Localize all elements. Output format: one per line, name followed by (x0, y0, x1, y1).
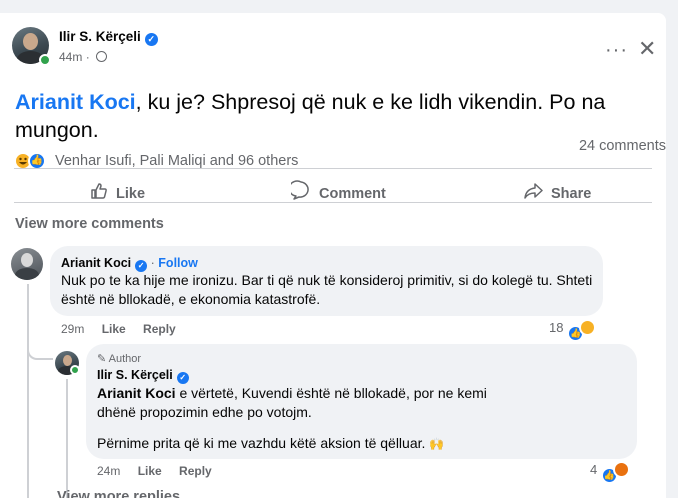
author-tag: ✎ Author (97, 352, 141, 365)
post-card: Ilir S. Kërçeli ✓ 44m · ··· ✕ Arianit Koc… (0, 13, 666, 498)
post-meta: 44m · (59, 50, 108, 64)
reply-meta: 24m Like Reply (97, 464, 212, 478)
angry-reaction-icon (612, 461, 630, 478)
divider-top (14, 168, 652, 169)
verified-badge-icon: ✓ (176, 372, 189, 384)
comment-time[interactable]: 29m (61, 322, 84, 336)
reply-text: Arianit Koci e vërtetë, Kuvendi është në… (97, 384, 517, 422)
post-text: Arianit Koci, ku je? Shpresoj që nuk e k… (15, 88, 655, 144)
post-author-name[interactable]: Ilir S. Kërçeli ✓ (59, 29, 158, 46)
reply-text-second: Përnime prita që ki me vazhdu këtë aksio… (97, 434, 617, 454)
comment-label: Comment (319, 186, 386, 202)
raised-hands-emoji: 🙌 (429, 437, 445, 451)
thread-line (27, 284, 29, 498)
view-more-replies-link[interactable]: View more replies (57, 489, 180, 498)
separator-dot: · (85, 50, 90, 64)
reply-author-name[interactable]: Ilir S. Kërçeli (97, 368, 173, 382)
reply-reaction-count: 4 (590, 462, 598, 477)
reply-thread-line (66, 379, 68, 498)
verified-badge-icon: ✓ (144, 33, 158, 46)
like-label: Like (116, 186, 146, 202)
comment-reactions[interactable]: 18 👍 (549, 319, 597, 342)
online-status-dot (39, 54, 51, 66)
post-mention-link[interactable]: Arianit Koci (15, 90, 136, 114)
more-options-icon[interactable]: ··· (605, 40, 628, 60)
reply-bubble: ✎ Author Ilir S. Kërçeli ✓ Arianit Koci e… (86, 344, 637, 459)
close-icon[interactable]: ✕ (638, 38, 656, 60)
commenter-avatar[interactable] (11, 248, 43, 280)
thumbs-up-icon (90, 173, 108, 215)
comment-button[interactable]: Comment (291, 173, 386, 215)
reply-author-row: Ilir S. Kërçeli ✓ (97, 368, 189, 384)
comment-reaction-count: 18 (549, 320, 564, 335)
background-strip (666, 0, 678, 498)
comment-like-button[interactable]: Like (102, 322, 126, 336)
post-time[interactable]: 44m (59, 50, 82, 64)
reply-connector (27, 346, 53, 360)
reply-reply-button[interactable]: Reply (179, 464, 212, 478)
reply-mention-link[interactable]: Arianit Koci (97, 385, 176, 401)
action-bar: Like Comment Share (0, 173, 666, 215)
separator-dot: · (150, 256, 155, 270)
haha-reaction-icon (579, 319, 597, 336)
follow-link[interactable]: Follow (158, 256, 198, 270)
reply-time[interactable]: 24m (97, 464, 120, 478)
pencil-icon: ✎ (97, 353, 107, 365)
reply-like-button[interactable]: Like (138, 464, 162, 478)
view-more-comments-link[interactable]: View more comments (15, 216, 164, 232)
comment-text: Nuk po te ka hije me ironizu. Bar ti që … (61, 272, 593, 307)
comment-meta: 29m Like Reply (61, 322, 176, 336)
share-label: Share (551, 186, 592, 202)
comment-bubble: Arianit Koci ✓ · Follow Nuk po te ka hije… (50, 246, 603, 316)
comments-count[interactable]: 24 comments (466, 138, 666, 154)
globe-icon (96, 51, 108, 62)
reaction-names: Venhar Isufi, Pali Maliqi and 96 others (55, 153, 299, 169)
share-button[interactable]: Share (523, 173, 591, 215)
share-arrow-icon (523, 173, 543, 215)
divider-bottom (14, 202, 652, 203)
comment-author-name[interactable]: Arianit Koci (61, 256, 131, 270)
comment-reply-button[interactable]: Reply (143, 322, 176, 336)
reply-text-second-body: Përnime prita që ki me vazhdu këtë aksio… (97, 435, 426, 451)
online-status-dot (70, 365, 80, 375)
author-tag-label: Author (108, 353, 142, 365)
comment-bubble-icon (291, 173, 311, 215)
post-author-name-text: Ilir S. Kërçeli (59, 29, 141, 44)
like-button[interactable]: Like (90, 173, 145, 215)
reply-reactions[interactable]: 4 👍 (590, 461, 630, 484)
comment-author-row: Arianit Koci ✓ · Follow (61, 256, 198, 272)
